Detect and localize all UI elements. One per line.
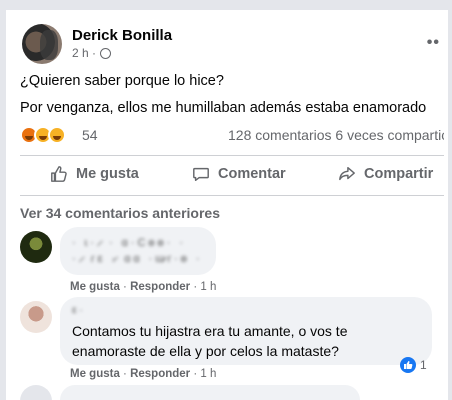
share-label: Compartir <box>364 166 434 182</box>
divider <box>20 195 444 196</box>
comment-text: Contamos tu hijastra era tu amante, o vo… <box>72 323 348 359</box>
blurred-comment-line: · ɩ· ̷ · ɑ·Cɵɵ· · <box>72 237 186 249</box>
commenter-avatar[interactable] <box>20 385 52 400</box>
share-arrow-icon <box>339 166 355 181</box>
post-text-line-2: Por venganza, ellos me humillaban además… <box>20 100 427 116</box>
post-actions: Me gusta Comentar Compartir <box>20 157 444 195</box>
post-stats[interactable]: 128 comentarios 6 veces compartic <box>228 127 444 143</box>
more-options-icon[interactable]: •• <box>427 34 440 52</box>
comment-reactions[interactable]: 1 <box>400 357 427 373</box>
screenshot-frame-left <box>0 0 6 400</box>
post-header: Derick Bonilla 2 h · •• <box>22 24 442 64</box>
thumbs-up-icon <box>51 166 67 182</box>
comment-bubble: · ɩ· ̷ · ɑ·Cɵɵ· · · ̷ ɾɛ ·̷ ɑɑ ·ɯ̷ɾ·ɵ · <box>60 227 216 275</box>
haha-reaction-icon[interactable] <box>48 126 66 144</box>
like-reaction-icon <box>400 357 416 373</box>
reactions-row: 54 128 comentarios 6 veces compartic <box>20 125 448 145</box>
comment-time[interactable]: 1 h <box>200 281 216 293</box>
post-text-line-1: ¿Quieren saber porque lo hice? <box>20 73 224 89</box>
post-meta: 2 h · <box>72 46 112 60</box>
comment-reply-link[interactable]: Responder <box>130 368 190 380</box>
reaction-count[interactable]: 54 <box>82 127 98 143</box>
comment-reply-link[interactable]: Responder <box>130 281 190 293</box>
view-previous-comments-link[interactable]: Ver 34 comentarios anteriores <box>20 205 220 221</box>
blurred-comment-line: · ̷ ɾɛ ·̷ ɑɑ ·ɯ̷ɾ·ɵ · <box>72 253 203 265</box>
globe-icon <box>100 47 112 59</box>
post-time[interactable]: 2 h · <box>72 46 96 60</box>
comment-bubble-icon <box>193 167 209 182</box>
blurred-commenter-name[interactable]: ɛ · <box>72 305 83 316</box>
comment-label: Comentar <box>218 166 286 182</box>
screenshot-frame-right <box>448 0 452 400</box>
comment-button[interactable]: Comentar <box>192 157 286 191</box>
next-comment-partial <box>20 385 380 400</box>
divider <box>20 155 444 156</box>
comment-like-link[interactable]: Me gusta <box>70 368 120 380</box>
comment-meta: Me gusta · Responder · 1 h <box>70 368 217 380</box>
commenter-avatar[interactable] <box>20 231 52 263</box>
comment-bubble: ɛ · Contamos tu hijastra era tu amante, … <box>60 297 432 365</box>
author-avatar[interactable] <box>22 24 62 64</box>
comment-meta: Me gusta · Responder · 1 h <box>70 281 217 293</box>
like-label: Me gusta <box>76 166 139 182</box>
comment-bubble <box>60 385 360 400</box>
comment-reaction-count: 1 <box>420 358 427 372</box>
comment-time[interactable]: 1 h <box>200 368 216 380</box>
screenshot-frame-top <box>0 0 452 10</box>
comment-like-link[interactable]: Me gusta <box>70 281 120 293</box>
commenter-avatar[interactable] <box>20 301 52 333</box>
like-button[interactable]: Me gusta <box>50 157 139 191</box>
author-name[interactable]: Derick Bonilla <box>72 27 172 44</box>
share-button[interactable]: Compartir <box>338 157 433 191</box>
